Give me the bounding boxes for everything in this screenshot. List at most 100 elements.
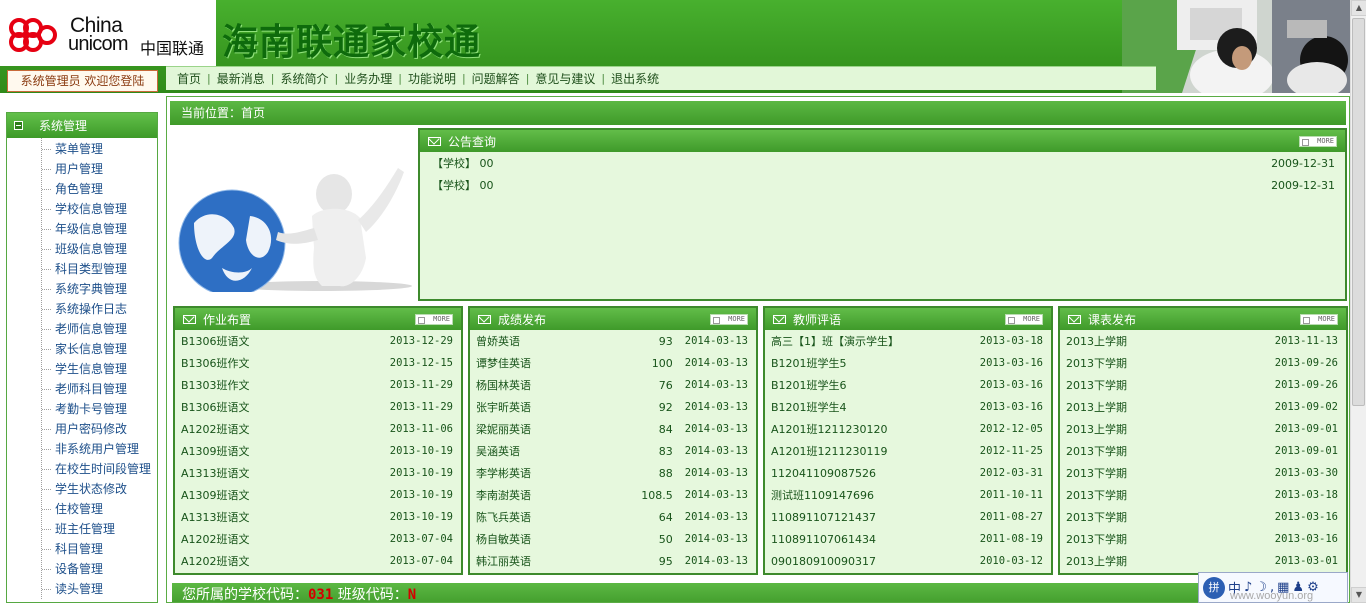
comment-row[interactable]: A1201班1211230119 2012-11-25 xyxy=(765,440,1051,462)
scores-more-button[interactable]: MORE xyxy=(710,314,748,325)
homework-row[interactable]: B1303班作文 2013-11-29 xyxy=(175,374,461,396)
comment-row[interactable]: 110891107121437 2011-08-27 xyxy=(765,506,1051,528)
homework-row[interactable]: A1202班语文 2013-07-04 xyxy=(175,528,461,550)
sidebar-item-device[interactable]: 设备管理 xyxy=(7,559,157,579)
score-row[interactable]: 张宇昕英语 92 2014-03-13 xyxy=(470,396,756,418)
logo-text-unicom: unicom xyxy=(68,33,128,55)
sidebar-item-user[interactable]: 用户管理 xyxy=(7,159,157,179)
sidebar-item-school-time[interactable]: 在校生时间段管理 xyxy=(7,459,157,479)
score-row[interactable]: 杨国林英语 76 2014-03-13 xyxy=(470,374,756,396)
schedule-row[interactable]: 2013上学期 2013-09-02 xyxy=(1060,396,1346,418)
schedule-row[interactable]: 2013下学期 2013-03-16 xyxy=(1060,506,1346,528)
site-header: China unicom 中国联通 海南联通家校通 首页 | 最新消息 | 系统简介… xyxy=(0,0,1366,93)
comment-row[interactable]: 090180910090317 2010-03-12 xyxy=(765,550,1051,572)
score-row[interactable]: 杨自敏英语 50 2014-03-13 xyxy=(470,528,756,550)
nav-features[interactable]: 功能说明 xyxy=(402,70,462,87)
scroll-up-arrow-icon[interactable]: ▲ xyxy=(1351,0,1366,16)
schedule-row[interactable]: 2013下学期 2013-03-16 xyxy=(1060,528,1346,550)
notice-panel-title: 公告查询 xyxy=(448,134,497,149)
scores-panel: 成绩发布 MORE 曾娇英语 93 2014-03-13 谭梦佳英语 100 2014-… xyxy=(468,306,758,575)
collapse-minus-icon[interactable] xyxy=(14,121,23,130)
score-row[interactable]: 曾娇英语 93 2014-03-13 xyxy=(470,330,756,352)
sidebar-item-class-info[interactable]: 班级信息管理 xyxy=(7,239,157,259)
sidebar-item-attendance-card[interactable]: 考勤卡号管理 xyxy=(7,399,157,419)
sidebar-item-teacher-subject[interactable]: 老师科目管理 xyxy=(7,379,157,399)
homework-more-button[interactable]: MORE xyxy=(415,314,453,325)
schedule-row[interactable]: 2013下学期 2013-03-30 xyxy=(1060,462,1346,484)
homework-row[interactable]: A1309班语文 2013-10-19 xyxy=(175,484,461,506)
comment-row[interactable]: B1201班学生5 2013-03-16 xyxy=(765,352,1051,374)
sidebar-item-reader[interactable]: 读头管理 xyxy=(7,579,157,599)
notice-row[interactable]: 【学校】 00 2009-12-31 xyxy=(420,174,1345,196)
vertical-scrollbar[interactable]: ▲ ▼ xyxy=(1350,0,1366,603)
site-title: 海南联通家校通 xyxy=(222,21,482,63)
nav-faq[interactable]: 问题解答 xyxy=(466,70,526,87)
notice-more-button[interactable]: MORE xyxy=(1299,136,1337,147)
sidebar-item-subject-type[interactable]: 科目类型管理 xyxy=(7,259,157,279)
schedule-row[interactable]: 2013下学期 2013-09-26 xyxy=(1060,352,1346,374)
comments-panel-title: 教师评语 xyxy=(793,312,842,327)
sidebar-item-student-info[interactable]: 学生信息管理 xyxy=(7,359,157,379)
sidebar-item-parent-info[interactable]: 家长信息管理 xyxy=(7,339,157,359)
sidebar-item-head-teacher[interactable]: 班主任管理 xyxy=(7,519,157,539)
nav-home[interactable]: 首页 xyxy=(177,70,207,87)
nav-news[interactable]: 最新消息 xyxy=(211,70,271,87)
score-row[interactable]: 谭梦佳英语 100 2014-03-13 xyxy=(470,352,756,374)
schedule-row[interactable]: 2013下学期 2013-03-18 xyxy=(1060,484,1346,506)
sidebar-item-grade-info[interactable]: 年级信息管理 xyxy=(7,219,157,239)
schedule-row[interactable]: 2013下学期 2013-09-26 xyxy=(1060,374,1346,396)
nav-logout[interactable]: 退出系统 xyxy=(605,70,665,87)
homework-row[interactable]: B1306班作文 2013-12-15 xyxy=(175,352,461,374)
sidebar-item-dictionary[interactable]: 系统字典管理 xyxy=(7,279,157,299)
ime-logo-icon[interactable]: 拼 xyxy=(1203,576,1225,599)
comment-row[interactable]: A1201班1211230120 2012-12-05 xyxy=(765,418,1051,440)
sidebar-group-header[interactable]: 系统管理 xyxy=(7,113,157,138)
homework-row[interactable]: A1309班语文 2013-10-19 xyxy=(175,440,461,462)
nav-feedback[interactable]: 意见与建议 xyxy=(529,70,601,87)
sidebar-item-subject[interactable]: 科目管理 xyxy=(7,539,157,559)
comments-panel-header: 教师评语 MORE xyxy=(765,308,1051,330)
score-row[interactable]: 梁妮丽英语 84 2014-03-13 xyxy=(470,418,756,440)
homework-row[interactable]: B1306班语文 2013-12-29 xyxy=(175,330,461,352)
homework-row[interactable]: B1306班语文 2013-11-29 xyxy=(175,396,461,418)
comments-more-button[interactable]: MORE xyxy=(1005,314,1043,325)
schedule-row[interactable]: 2013上学期 2013-11-13 xyxy=(1060,330,1346,352)
sidebar-item-school-info[interactable]: 学校信息管理 xyxy=(7,199,157,219)
class-code-value: N xyxy=(407,587,417,603)
comment-row[interactable]: 110891107061434 2011-08-19 xyxy=(765,528,1051,550)
schedule-row[interactable]: 2013上学期 2013-03-01 xyxy=(1060,550,1346,572)
comment-row[interactable]: 高三【1】班【演示学生】 2013-03-18 xyxy=(765,330,1051,352)
comment-row[interactable]: 112041109087526 2012-03-31 xyxy=(765,462,1051,484)
notice-row[interactable]: 【学校】 00 2009-12-31 xyxy=(420,152,1345,174)
score-row[interactable]: 韩江丽英语 95 2014-03-13 xyxy=(470,550,756,572)
score-row[interactable]: 吴涵英语 83 2014-03-13 xyxy=(470,440,756,462)
schedule-row[interactable]: 2013下学期 2013-09-01 xyxy=(1060,440,1346,462)
homework-row[interactable]: A1202班语文 2013-11-06 xyxy=(175,418,461,440)
sidebar-item-teacher-info[interactable]: 老师信息管理 xyxy=(7,319,157,339)
schedule-row[interactable]: 2013上学期 2013-09-01 xyxy=(1060,418,1346,440)
score-row[interactable]: 李学彬英语 88 2014-03-13 xyxy=(470,462,756,484)
homework-row[interactable]: A1313班语文 2013-10-19 xyxy=(175,462,461,484)
nav-about[interactable]: 系统简介 xyxy=(274,70,334,87)
schedule-more-button[interactable]: MORE xyxy=(1300,314,1338,325)
sidebar-item-student-status[interactable]: 学生状态修改 xyxy=(7,479,157,499)
sidebar-item-non-system-user[interactable]: 非系统用户管理 xyxy=(7,439,157,459)
scroll-down-arrow-icon[interactable]: ▼ xyxy=(1351,587,1366,603)
comment-row[interactable]: 测试班1109147696 2011-10-11 xyxy=(765,484,1051,506)
sidebar-item-password[interactable]: 用户密码修改 xyxy=(7,419,157,439)
sidebar-item-operation-log[interactable]: 系统操作日志 xyxy=(7,299,157,319)
sidebar-item-role[interactable]: 角色管理 xyxy=(7,179,157,199)
score-row[interactable]: 李南澍英语 108.5 2014-03-13 xyxy=(470,484,756,506)
homework-row[interactable]: A1313班语文 2013-10-19 xyxy=(175,506,461,528)
main-nav: 首页 | 最新消息 | 系统简介 | 业务办理 | 功能说明 | 问题解答 | 意见与建议 |… xyxy=(166,66,1156,90)
comments-panel: 教师评语 MORE 高三【1】班【演示学生】 2013-03-18 B1201班学… xyxy=(763,306,1053,575)
comment-row[interactable]: B1201班学生4 2013-03-16 xyxy=(765,396,1051,418)
unicom-logo[interactable]: China unicom 中国联通 xyxy=(0,0,216,66)
scrollbar-thumb[interactable] xyxy=(1352,18,1365,406)
homework-row[interactable]: A1202班语文 2013-07-04 xyxy=(175,550,461,572)
score-row[interactable]: 陈飞兵英语 64 2014-03-13 xyxy=(470,506,756,528)
nav-business[interactable]: 业务办理 xyxy=(338,70,398,87)
sidebar-item-boarding[interactable]: 住校管理 xyxy=(7,499,157,519)
comment-row[interactable]: B1201班学生6 2013-03-16 xyxy=(765,374,1051,396)
sidebar-item-menu[interactable]: 菜单管理 xyxy=(7,139,157,159)
